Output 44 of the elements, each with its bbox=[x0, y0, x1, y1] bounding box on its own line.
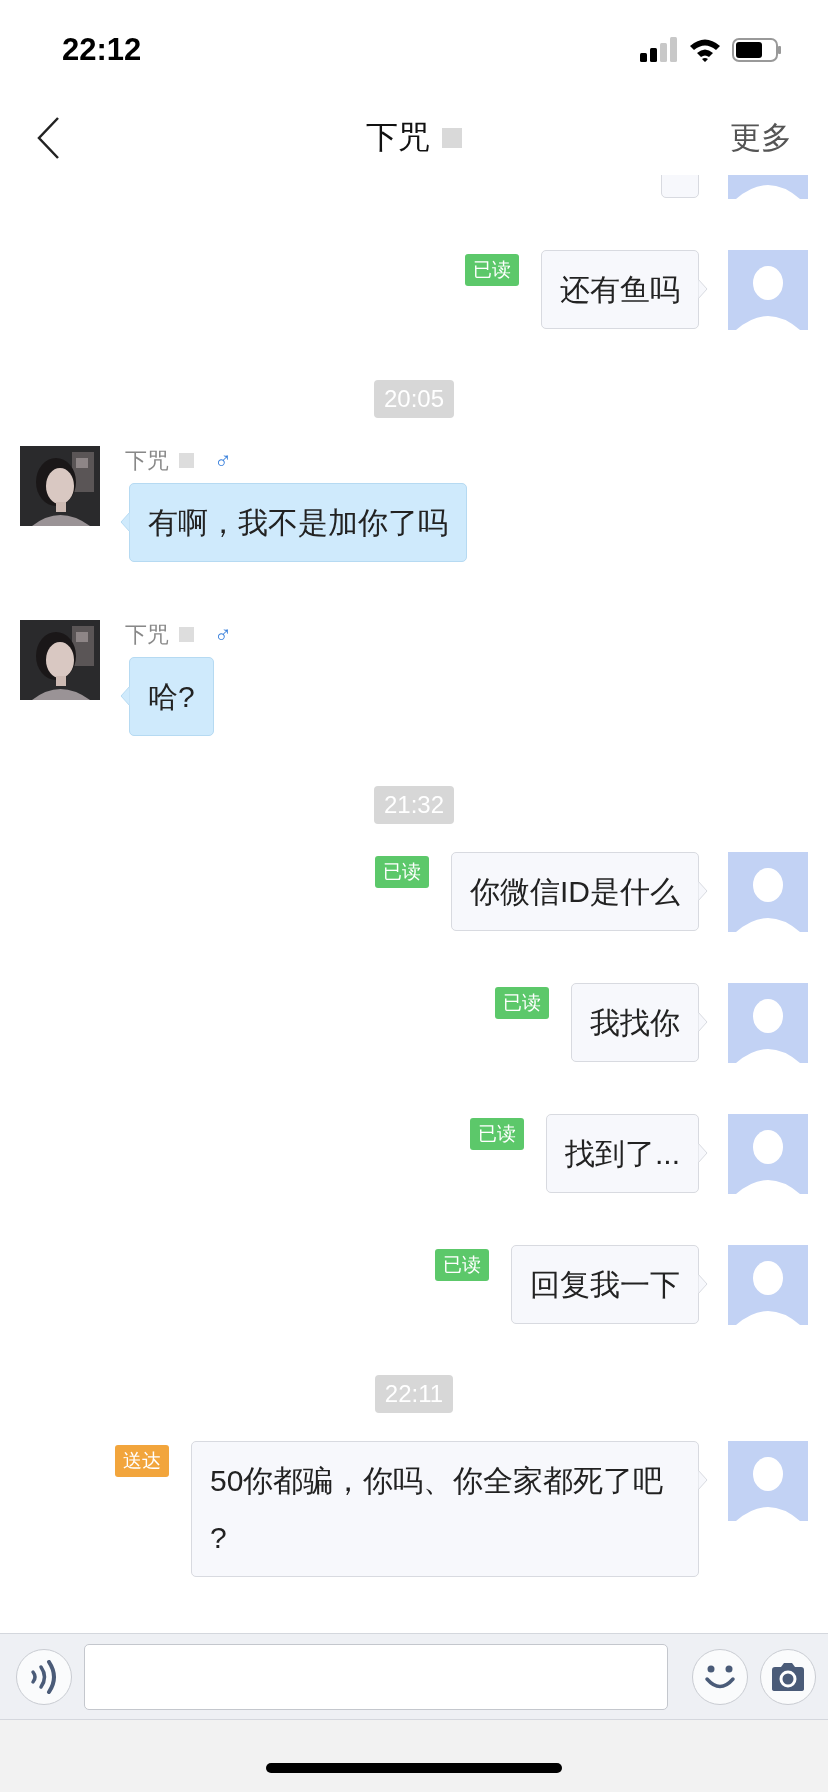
camera-icon bbox=[770, 1661, 806, 1692]
bubble-tail bbox=[698, 1012, 708, 1032]
gender-symbol: ♂ bbox=[214, 446, 232, 475]
avatar-icon bbox=[728, 1441, 808, 1521]
message-bubble: 找到了... bbox=[546, 1114, 699, 1193]
status-badge: 已读 bbox=[465, 254, 519, 286]
square-icon bbox=[442, 127, 462, 148]
sound-wave-icon bbox=[29, 1659, 59, 1694]
battery-icon bbox=[732, 37, 782, 63]
bubble-tail bbox=[698, 1470, 708, 1490]
avatar-icon bbox=[728, 1245, 808, 1325]
status-badge: 送达 bbox=[115, 1445, 169, 1477]
bubble-tail bbox=[698, 881, 708, 901]
avatar-icon bbox=[728, 852, 808, 932]
status-time: 22:12 bbox=[62, 32, 142, 68]
sender-name: 下咒 bbox=[125, 620, 169, 649]
chat-title: 下咒 bbox=[366, 117, 430, 157]
bubble-tail bbox=[120, 686, 130, 706]
avatar-icon bbox=[728, 250, 808, 330]
bubble-tail bbox=[120, 512, 130, 532]
signal-icon bbox=[640, 37, 678, 63]
status-badge: 已读 bbox=[470, 1118, 524, 1150]
square-icon bbox=[179, 453, 194, 468]
message-bubble: 50你都骗，你吗、你全家都死了吧? bbox=[191, 1441, 699, 1577]
message-input[interactable] bbox=[84, 1643, 668, 1710]
bubble-tail bbox=[698, 1143, 708, 1163]
status-badge: 已读 bbox=[495, 987, 549, 1019]
message-bubble: 还有鱼吗 bbox=[541, 250, 699, 329]
bubble-tail bbox=[698, 279, 708, 299]
message-bubble: 我找你 bbox=[571, 983, 699, 1062]
square-icon bbox=[179, 627, 194, 642]
status-badge: 已读 bbox=[435, 1249, 489, 1281]
avatar-icon bbox=[728, 983, 808, 1063]
message-bubble: 你微信ID是什么 bbox=[451, 852, 699, 931]
message-bubble: 有啊，我不是加你了吗 bbox=[129, 483, 467, 562]
wifi-icon bbox=[688, 37, 722, 63]
message-bubble: 哈? bbox=[129, 657, 214, 736]
message-bubble: 回复我一下 bbox=[511, 1245, 699, 1324]
more-button[interactable]: 更多 bbox=[730, 116, 792, 159]
sender-name: 下咒 bbox=[125, 446, 169, 475]
bubble-tail bbox=[698, 1274, 708, 1294]
gender-symbol: ♂ bbox=[214, 620, 232, 649]
status-badge: 已读 bbox=[375, 856, 429, 888]
avatar-icon bbox=[728, 1114, 808, 1194]
